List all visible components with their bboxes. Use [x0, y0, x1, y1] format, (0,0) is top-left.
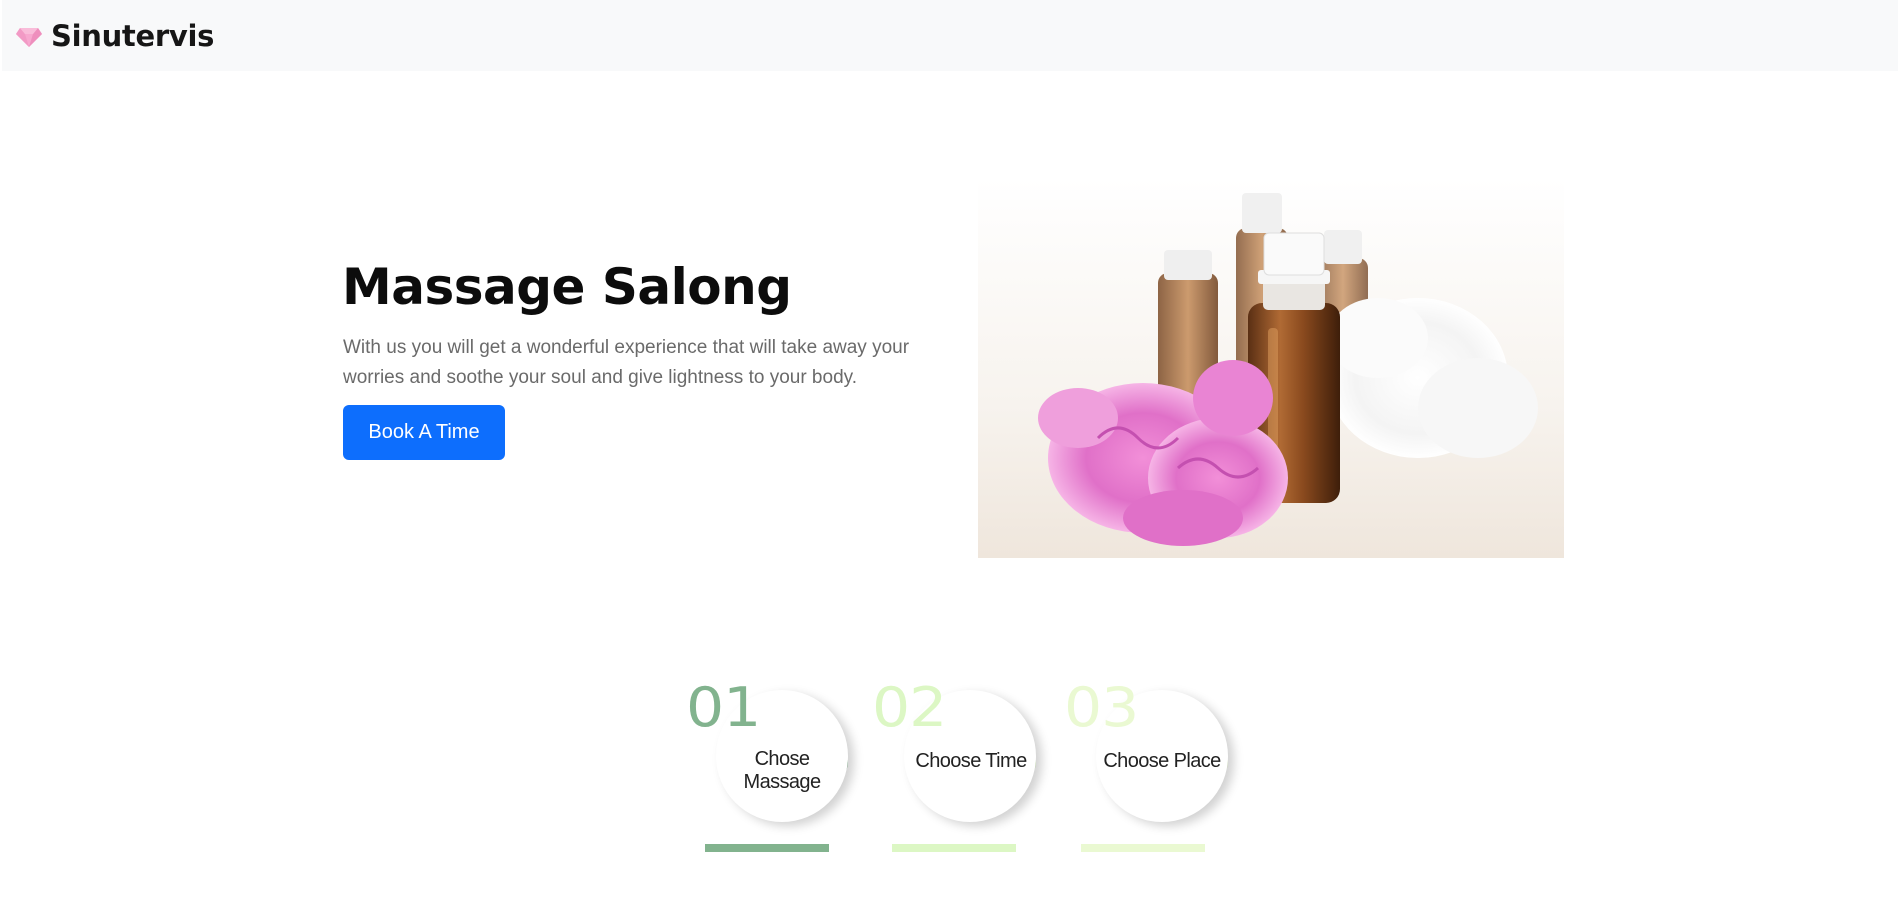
step-2-bar [892, 844, 1016, 852]
hero-image-oil-bottles-flowers [978, 178, 1564, 558]
hero-title: Massage Salong [342, 258, 792, 316]
navbar: Sinutervis [2, 0, 1898, 71]
step-3[interactable]: 03 Choose Place [1064, 676, 1264, 860]
step-3-label: Choose Place [1103, 750, 1221, 772]
step-2[interactable]: 02 Choose Time [872, 676, 1072, 860]
step-2-label: Choose Time [915, 750, 1027, 772]
book-a-time-button[interactable]: Book A Time [343, 405, 505, 460]
step-3-bar [1081, 844, 1205, 852]
brand-link[interactable]: Sinutervis [16, 19, 214, 53]
step-1[interactable]: 01 Chose Massage [686, 676, 886, 860]
step-1-number: 01 [686, 676, 761, 740]
step-3-number: 03 [1064, 676, 1139, 740]
step-2-number: 02 [872, 676, 947, 740]
brand-name: Sinutervis [51, 18, 215, 53]
hero-description: With us you will get a wonderful experie… [343, 337, 910, 388]
step-1-label: Chose Massage [743, 748, 822, 793]
step-1-bar [705, 844, 829, 852]
gem-icon [16, 28, 42, 47]
